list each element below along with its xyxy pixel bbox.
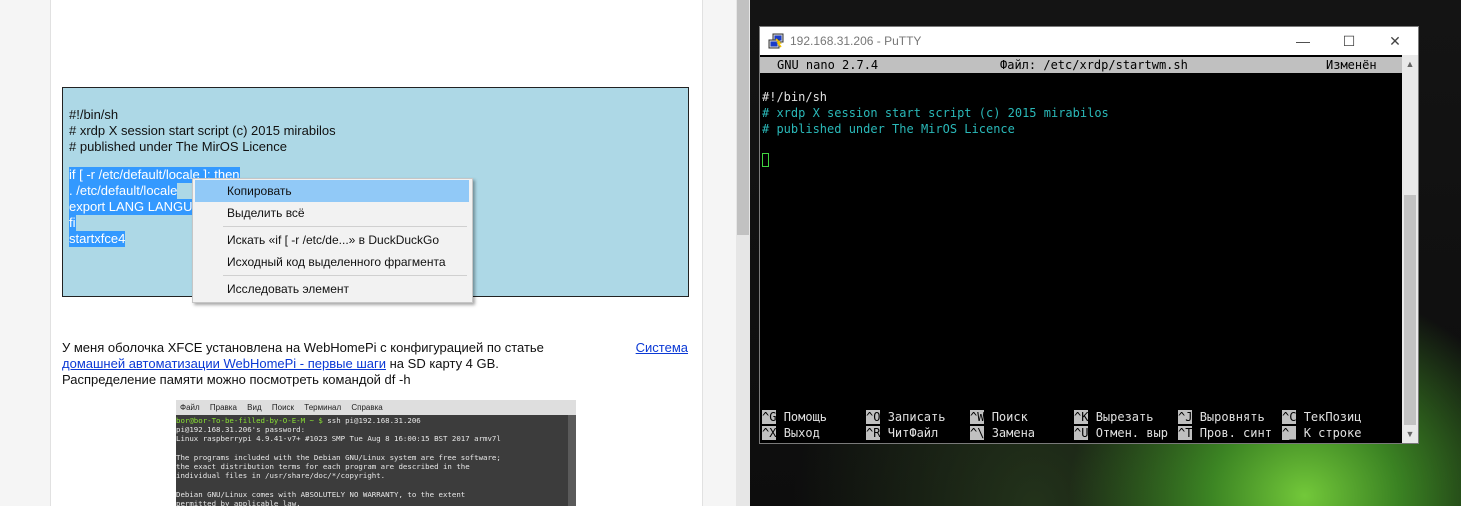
article-text: на SD карту 4 GB. (389, 356, 499, 371)
code-line: # xrdp X session start script (c) 2015 m… (69, 123, 336, 138)
shortcut-key: ^W (970, 410, 985, 424)
shortcut-key: ^\ (970, 426, 985, 440)
shortcut-spell: ^T Пров. синт (1178, 425, 1272, 441)
minimize-button[interactable]: — (1280, 27, 1326, 55)
context-menu-separator (223, 226, 467, 227)
terminal-cursor (762, 153, 769, 167)
terminal-prompt: bor@bor-To-be-filled-by-O-E-M ~ $ (176, 416, 323, 425)
shortcut-write: ^O Записать (866, 409, 945, 425)
terminal-menu-item: Поиск (271, 403, 295, 412)
terminal-line: individual files in /usr/share/doc/*/cop… (176, 471, 386, 481)
code-line-selected: startxfce4 (69, 231, 126, 247)
shortcut-key: ^U (1074, 426, 1089, 440)
shortcut-help: ^G Помощь (762, 409, 827, 425)
browser-scrollbar-thumb[interactable] (737, 0, 749, 235)
shortcut-cut: ^K Вырезать (1074, 409, 1153, 425)
nano-filename: Файл: /etc/xrdp/startwm.sh (1000, 58, 1188, 72)
shortcut-key: ^X (762, 426, 777, 440)
putty-app-icon (768, 33, 784, 49)
terminal-line: pi@192.168.31.206's password: (176, 425, 306, 435)
article-paragraph: У меня оболочка XFCE установлена на WebH… (62, 340, 688, 356)
context-menu-copy[interactable]: Копировать (195, 180, 469, 202)
shortcut-label: Вырезать (1095, 410, 1154, 424)
terminal-menu-item: Терминал (304, 403, 342, 412)
context-menu-inspect-element[interactable]: Исследовать элемент (195, 278, 469, 300)
terminal-screenshot-text: bor@bor-To-be-filled-by-O-E-M ~ $ ssh pi… (176, 416, 568, 508)
shortcut-key: ^C (1282, 410, 1297, 424)
code-line: # published under The MirOS Licence (69, 139, 287, 154)
context-menu-separator (223, 275, 467, 276)
nano-version: GNU nano 2.7.4 (777, 58, 879, 72)
terminal-line: permitted by applicable law. (176, 498, 301, 508)
article-link[interactable]: домашней автоматизации WebHomePi - первы… (62, 356, 386, 371)
terminal-menu-item: Вид (247, 403, 262, 412)
code-line-selected: fi (69, 215, 76, 231)
terminal-line: Linux raspberrypi 4.9.41-v7+ #1023 SMP T… (176, 434, 501, 444)
article-paragraph-line2: домашней автоматизации WebHomePi - первы… (62, 356, 688, 372)
shortcut-go-to-line: ^_ К строке (1282, 425, 1361, 441)
context-menu-select-all[interactable]: Выделить всё (195, 202, 469, 224)
article-text: У меня оболочка XFCE установлена на WebH… (62, 340, 544, 355)
context-menu: Копировать Выделить всё Искать «if [ -r … (192, 178, 473, 303)
putty-scrollbar-thumb[interactable] (1404, 195, 1416, 425)
code-line-selected: . /etc/default/locale (69, 183, 178, 199)
file-line: # xrdp X session start script (c) 2015 m… (762, 106, 1109, 120)
article-text-memory: Распределение памяти можно посмотреть ко… (62, 372, 411, 387)
shortcut-label: ЧитФайл (887, 426, 939, 440)
shortcut-label: Выровнять (1199, 410, 1265, 424)
nano-header-bar: GNU nano 2.7.4 Файл: /etc/xrdp/startwm.s… (760, 57, 1402, 73)
context-menu-search-duckduckgo[interactable]: Искать «if [ -r /etc/de...» в DuckDuckGo (195, 229, 469, 251)
terminal-screenshot-scrollbar (568, 415, 576, 506)
shortcut-key: ^G (762, 410, 777, 424)
code-line: #!/bin/sh (69, 107, 119, 122)
file-line: # published under The MirOS Licence (762, 122, 1015, 136)
shortcut-uncut: ^U Отмен. выр (1074, 425, 1168, 441)
shortcut-key: ^R (866, 426, 881, 440)
terminal-screenshot-menubar: Файл Правка Вид Поиск Терминал Справка (176, 400, 576, 415)
shortcut-justify: ^J Выровнять (1178, 409, 1265, 425)
shortcut-label: ТекПозиц (1303, 410, 1362, 424)
terminal-command: ssh pi@192.168.31.206 (327, 416, 421, 425)
shortcut-key: ^J (1178, 410, 1193, 424)
context-menu-view-selection-source[interactable]: Исходный код выделенного фрагмента (195, 251, 469, 273)
terminal-menu-item: Справка (351, 403, 383, 412)
shortcut-label: Записать (887, 410, 946, 424)
shortcut-cur-pos: ^C ТекПозиц (1282, 409, 1361, 425)
shortcut-replace: ^\ Замена (970, 425, 1035, 441)
shortcut-label: Выход (783, 426, 820, 440)
terminal-menu-item: Правка (209, 403, 237, 412)
shortcut-label: Отмен. выр (1095, 426, 1168, 440)
shortcut-label: Помощь (783, 410, 828, 424)
shortcut-exit: ^X Выход (762, 425, 820, 441)
shortcut-read-file: ^R ЧитФайл (866, 425, 938, 441)
putty-window-title: 192.168.31.206 - PuTTY (790, 34, 922, 48)
terminal-menu-item: Файл (180, 403, 200, 412)
file-line: #!/bin/sh (762, 90, 828, 104)
shortcut-key: ^T (1178, 426, 1193, 440)
maximize-button[interactable]: ☐ (1326, 27, 1372, 55)
shortcut-label: Пров. синт (1199, 426, 1272, 440)
terminal-line: The programs included with the Debian GN… (176, 452, 501, 462)
scroll-up-arrow-icon[interactable]: ▲ (1402, 56, 1418, 72)
shortcut-label: Поиск (991, 410, 1028, 424)
nano-modified-status: Изменён (1326, 58, 1377, 72)
shortcut-label: Замена (991, 426, 1036, 440)
shortcut-label: К строке (1303, 426, 1362, 440)
shortcut-key: ^K (1074, 410, 1089, 424)
shortcut-key: ^_ (1282, 426, 1297, 440)
putty-terminal[interactable]: #!/bin/sh # xrdp X session start script … (760, 55, 1402, 443)
close-button[interactable]: ✕ (1372, 27, 1418, 55)
shortcut-key: ^O (866, 410, 881, 424)
terminal-line: the exact distribution terms for each pr… (176, 462, 470, 472)
shortcut-search: ^W Поиск (970, 409, 1028, 425)
article-link[interactable]: Система (636, 340, 688, 356)
terminal-line: Debian GNU/Linux comes with ABSOLUTELY N… (176, 489, 466, 499)
scroll-down-arrow-icon[interactable]: ▼ (1402, 426, 1418, 442)
